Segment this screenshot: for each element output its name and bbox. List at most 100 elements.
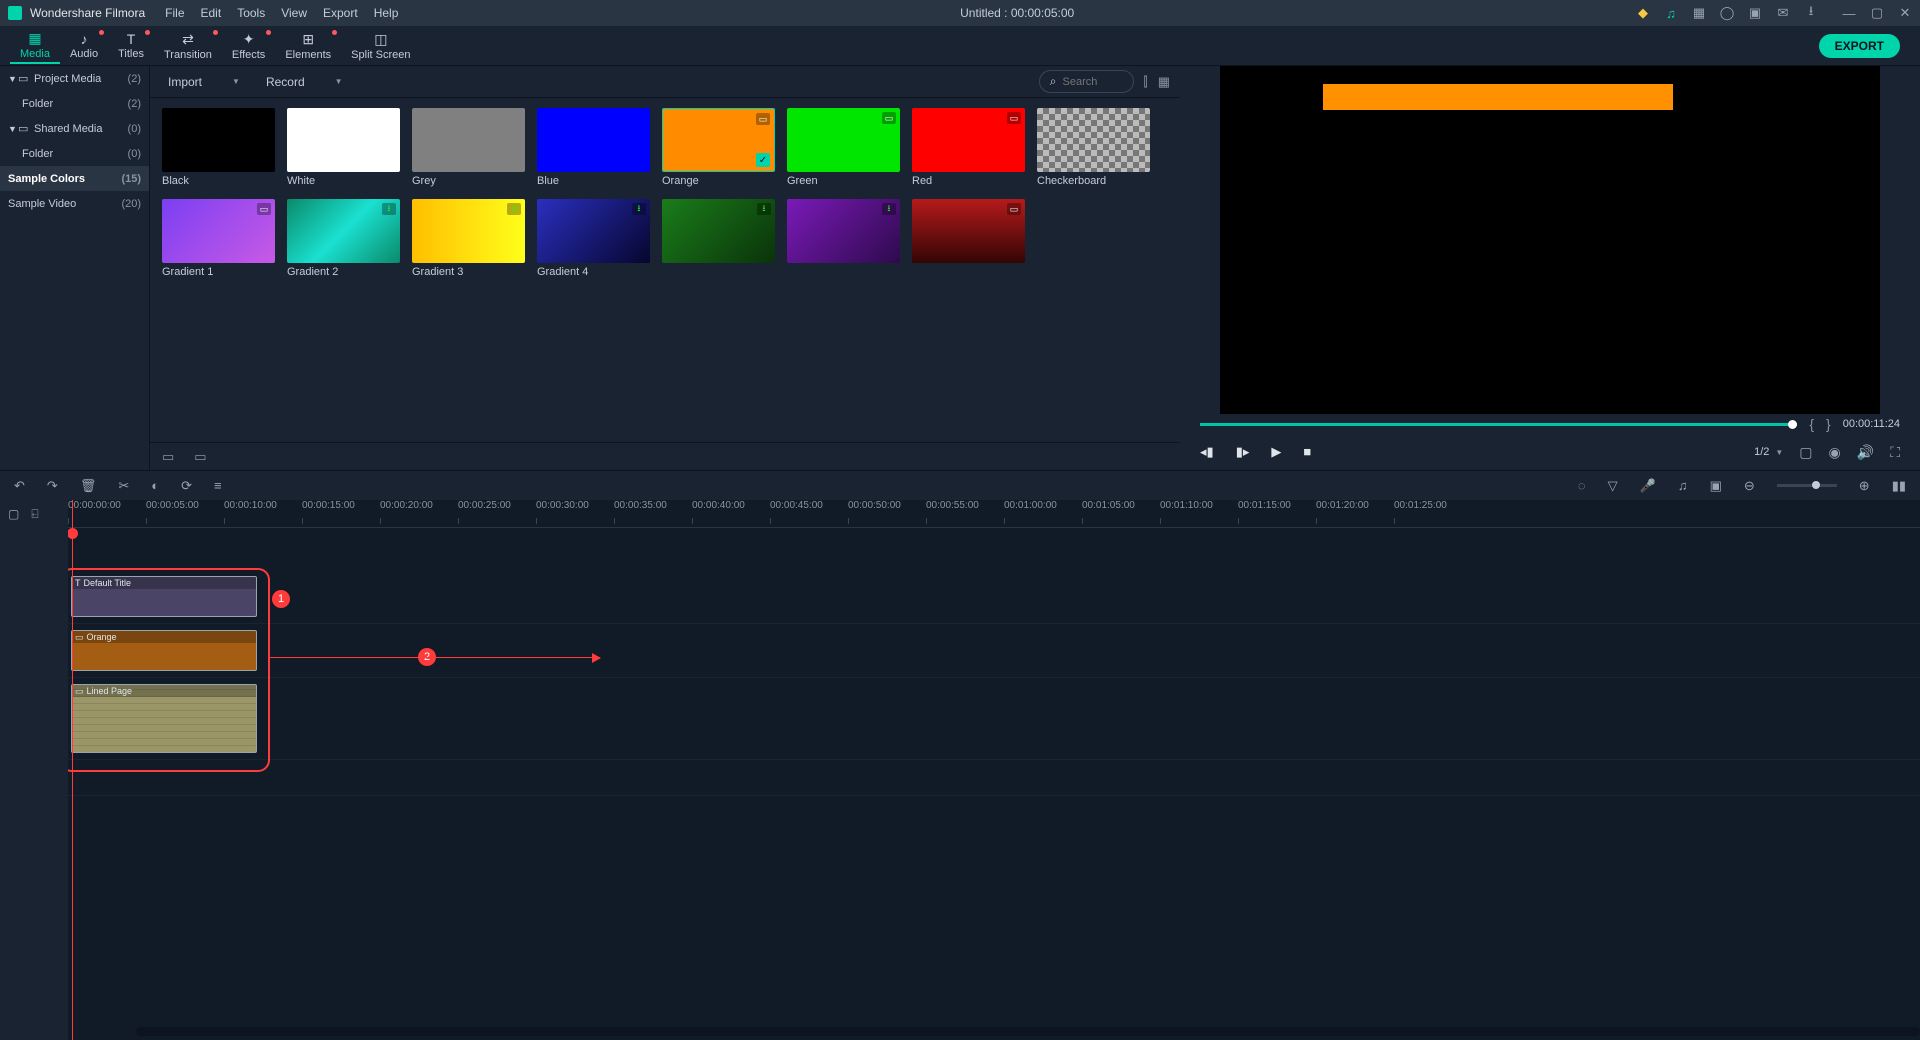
prev-frame-icon[interactable]: ◂▮ <box>1200 444 1214 460</box>
link-icon[interactable]: ⍇ <box>31 507 38 522</box>
snapshot-icon[interactable]: ◉ <box>1829 444 1841 461</box>
track-row-audio-1[interactable]: ♪1🔓🔊 <box>68 760 1920 796</box>
gift-icon[interactable]: ▦ <box>1692 6 1706 20</box>
tab-audio[interactable]: ♪Audio <box>60 29 108 62</box>
timeline-scrollbar[interactable] <box>136 1027 1920 1036</box>
cut-icon[interactable]: ✂ <box>118 478 129 494</box>
menu-help[interactable]: Help <box>374 6 399 20</box>
media-tree: ▼▭Project Media(2) Folder(2) ▼▭Shared Me… <box>0 66 150 470</box>
next-frame-icon[interactable]: ▮▸ <box>1236 444 1250 460</box>
ruler-tick: 00:00:00:00 <box>68 500 121 511</box>
menu-edit[interactable]: Edit <box>201 6 222 20</box>
tree-project-media[interactable]: ▼▭Project Media(2) <box>0 66 149 91</box>
swatch-item[interactable]: ▭ <box>912 199 1025 278</box>
bulb-icon[interactable]: ◆ <box>1636 6 1650 20</box>
menu-file[interactable]: File <box>165 6 184 20</box>
track-row-3[interactable]: ▢3🔓◆ TDefault Title <box>68 570 1920 624</box>
fullscreen-icon[interactable]: ⛶ <box>1890 444 1900 461</box>
voiceover-icon[interactable]: 🎤 <box>1640 478 1656 494</box>
audio-mixer-icon[interactable]: ♫ <box>1678 478 1688 493</box>
redo-icon[interactable]: ↷ <box>47 478 58 494</box>
tab-elements[interactable]: ⊞Elements <box>275 29 341 63</box>
folder-icon[interactable]: ▭ <box>194 449 206 465</box>
timeline-toggle-icon[interactable]: ▢ <box>8 507 19 521</box>
swatch-grey[interactable]: Grey <box>412 108 525 187</box>
minimize-icon[interactable]: — <box>1842 6 1856 20</box>
marker-icon[interactable]: ▽ <box>1608 478 1618 494</box>
tree-folder[interactable]: Folder(2) <box>0 91 149 116</box>
swatch-gradient-4[interactable]: ⭳Gradient 4 <box>537 199 650 278</box>
render-icon[interactable]: ◌ <box>1578 478 1586 493</box>
maximize-icon[interactable]: ▢ <box>1870 6 1884 20</box>
download-badge-icon: ⭳ <box>507 203 521 215</box>
mail-icon[interactable]: ✉ <box>1776 6 1790 20</box>
tree-folder[interactable]: Folder(0) <box>0 141 149 166</box>
timeline-ruler[interactable]: 00:00:00:0000:00:05:0000:00:10:0000:00:1… <box>68 500 1920 528</box>
close-icon[interactable]: ✕ <box>1898 6 1912 20</box>
export-button[interactable]: EXPORT <box>1819 34 1900 58</box>
swatch-checkerboard[interactable]: Checkerboard <box>1037 108 1150 187</box>
speed-icon[interactable]: ⟳ <box>181 478 192 494</box>
user-icon[interactable]: ◯ <box>1720 6 1734 20</box>
record-dropdown[interactable]: Record▼ <box>258 72 351 92</box>
tab-titles[interactable]: TTitles <box>108 29 154 62</box>
tab-media[interactable]: ▦Media <box>10 28 60 64</box>
tree-shared-media[interactable]: ▼▭Shared Media(0) <box>0 116 149 141</box>
clip-default-title[interactable]: TDefault Title <box>71 576 257 617</box>
mark-in-icon[interactable]: { <box>1809 416 1814 432</box>
settings-icon[interactable]: ≡ <box>214 478 222 493</box>
zoom-in-icon[interactable]: ⊕ <box>1859 478 1870 494</box>
zoom-slider[interactable] <box>1777 484 1837 487</box>
delete-icon[interactable]: 🗑 <box>80 478 97 494</box>
tree-sample-colors[interactable]: Sample Colors(15) <box>0 166 149 191</box>
mark-out-icon[interactable]: } <box>1826 416 1831 432</box>
stop-icon[interactable]: ■ <box>1303 444 1311 460</box>
keyframe-icon[interactable]: ▣ <box>1710 478 1722 494</box>
swatch-white[interactable]: White <box>287 108 400 187</box>
zoom-out-icon[interactable]: ⊖ <box>1744 478 1755 494</box>
play-icon[interactable]: ▶ <box>1271 444 1281 460</box>
download-icon[interactable]: ⭳ <box>1804 6 1818 20</box>
scale-dropdown[interactable]: 1/2▼ <box>1754 446 1783 458</box>
menu-tools[interactable]: Tools <box>237 6 265 20</box>
swatch-black[interactable]: Black <box>162 108 275 187</box>
undo-icon[interactable]: ↶ <box>14 478 25 494</box>
display-icon[interactable]: ▢ <box>1799 444 1812 461</box>
folder-add-icon[interactable]: ▭ <box>162 449 174 465</box>
playhead[interactable] <box>72 500 73 1040</box>
tree-sample-video[interactable]: Sample Video(20) <box>0 191 149 216</box>
clip-orange[interactable]: ▭Orange <box>71 630 257 671</box>
tab-split-screen[interactable]: ◫Split Screen <box>341 29 420 63</box>
swatch-item[interactable]: ⭳ <box>662 199 775 278</box>
zoom-knob[interactable] <box>1812 481 1820 489</box>
track-row-2[interactable]: ▢2🔓◆ ▭Orange <box>68 624 1920 678</box>
scrub-knob[interactable] <box>1788 420 1797 429</box>
swatch-item[interactable]: ⭳ <box>787 199 900 278</box>
search-box[interactable]: ⌕ <box>1039 70 1134 93</box>
grid-view-icon[interactable]: ▦ <box>1158 74 1170 90</box>
track-row-1[interactable]: ▢1🔓◆ ▭Lined Page <box>68 678 1920 760</box>
crop-icon[interactable]: ◐ <box>151 478 159 493</box>
swatch-gradient-2[interactable]: ⭳Gradient 2 <box>287 199 400 278</box>
swatch-gradient-3[interactable]: ⭳Gradient 3 <box>412 199 525 278</box>
import-dropdown[interactable]: Import▼ <box>160 72 248 92</box>
tab-transition[interactable]: ⇄Transition <box>154 29 222 63</box>
tab-effects[interactable]: ✦Effects <box>222 29 275 63</box>
image-badge-icon: ▭ <box>1007 203 1021 215</box>
search-input[interactable] <box>1063 76 1123 88</box>
scrub-bar[interactable] <box>1200 423 1797 426</box>
swatch-blue[interactable]: Blue <box>537 108 650 187</box>
filter-icon[interactable]: ⫿ <box>1144 74 1148 90</box>
clip-lined-page[interactable]: ▭Lined Page <box>71 684 257 753</box>
headphones-icon[interactable]: ♫ <box>1664 6 1678 20</box>
volume-icon[interactable]: 🔊 <box>1857 444 1874 461</box>
menu-view[interactable]: View <box>281 6 307 20</box>
menu-export[interactable]: Export <box>323 6 358 20</box>
swatch-gradient-1[interactable]: ▭Gradient 1 <box>162 199 275 278</box>
zoom-fit-icon[interactable]: ▮▮ <box>1892 478 1906 494</box>
preview-canvas[interactable] <box>1220 66 1880 414</box>
swatch-orange[interactable]: ▭✓Orange <box>662 108 775 187</box>
swatch-green[interactable]: ▭Green <box>787 108 900 187</box>
save-icon[interactable]: ▣ <box>1748 6 1762 20</box>
swatch-red[interactable]: ▭Red <box>912 108 1025 187</box>
